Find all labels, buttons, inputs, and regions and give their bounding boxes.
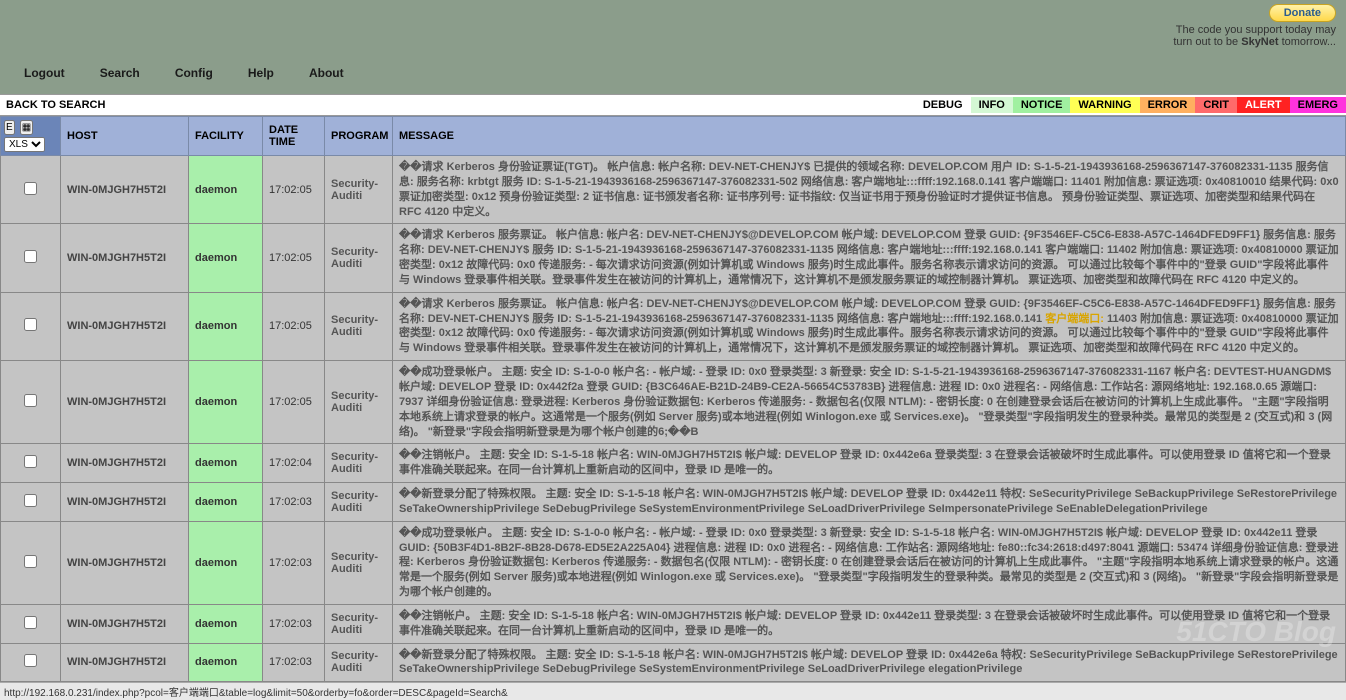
row-checkbox[interactable] <box>24 394 37 407</box>
cell-program: Security-Auditi <box>325 292 393 360</box>
cell-message: ��成功登录帐户。 主题: 安全 ID: S-1-0-0 帐户名: - 帐户域:… <box>393 361 1346 444</box>
cell-host: WIN-0MJGH7H5T2I <box>61 483 189 522</box>
menu-about[interactable]: About <box>309 66 344 80</box>
row-checkbox[interactable] <box>24 182 37 195</box>
cell-host: WIN-0MJGH7H5T2I <box>61 361 189 444</box>
export-select[interactable]: XLS <box>4 137 45 152</box>
table-row: WIN-0MJGH7H5T2Idaemon17:02:04Security-Au… <box>1 444 1346 483</box>
row-checkbox[interactable] <box>24 250 37 263</box>
cell-message: ��新登录分配了特殊权限。 主题: 安全 ID: S-1-5-18 帐户名: W… <box>393 643 1346 682</box>
cell-message: ��新登录分配了特殊权限。 主题: 安全 ID: S-1-5-18 帐户名: W… <box>393 483 1346 522</box>
cell-message: ��请求 Kerberos 服务票证。 帐户信息: 帐户名: DEV-NET-C… <box>393 292 1346 360</box>
cell-host: WIN-0MJGH7H5T2I <box>61 156 189 224</box>
cell-time: 17:02:05 <box>263 156 325 224</box>
table-row: WIN-0MJGH7H5T2Idaemon17:02:05Security-Au… <box>1 292 1346 360</box>
menu-search[interactable]: Search <box>100 66 140 80</box>
cell-host: WIN-0MJGH7H5T2I <box>61 292 189 360</box>
row-checkbox[interactable] <box>24 555 37 568</box>
cell-time: 17:02:03 <box>263 604 325 643</box>
table-row: WIN-0MJGH7H5T2Idaemon17:02:05Security-Au… <box>1 156 1346 224</box>
sev-alert[interactable]: ALERT <box>1237 97 1290 113</box>
th-program[interactable]: PROGRAM <box>325 117 393 156</box>
expand-button[interactable]: E <box>4 120 15 135</box>
controls-cell: E ▦ XLS <box>1 117 61 156</box>
table-row: WIN-0MJGH7H5T2Idaemon17:02:05Security-Au… <box>1 361 1346 444</box>
row-checkbox[interactable] <box>24 654 37 667</box>
table-row: WIN-0MJGH7H5T2Idaemon17:02:05Security-Au… <box>1 224 1346 292</box>
cell-message: ��注销帐户。 主题: 安全 ID: S-1-5-18 帐户名: WIN-0MJ… <box>393 604 1346 643</box>
cell-time: 17:02:05 <box>263 361 325 444</box>
menu-help[interactable]: Help <box>248 66 274 80</box>
cell-time: 17:02:04 <box>263 444 325 483</box>
cell-facility: daemon <box>189 643 263 682</box>
cell-facility: daemon <box>189 444 263 483</box>
cell-facility: daemon <box>189 521 263 604</box>
cell-program: Security-Auditi <box>325 361 393 444</box>
status-bar: http://192.168.0.231/index.php?pcol=客户端端… <box>0 682 1346 700</box>
cell-program: Security-Auditi <box>325 444 393 483</box>
cell-facility: daemon <box>189 604 263 643</box>
donate-button[interactable]: Donate <box>1269 4 1336 22</box>
cell-program: Security-Auditi <box>325 643 393 682</box>
cell-message: ��注销帐户。 主题: 安全 ID: S-1-5-18 帐户名: WIN-0MJ… <box>393 444 1346 483</box>
cell-time: 17:02:05 <box>263 224 325 292</box>
sev-error[interactable]: ERROR <box>1140 97 1196 113</box>
top-menu: Logout Search Config Help About <box>0 58 1346 94</box>
menu-config[interactable]: Config <box>175 66 213 80</box>
cell-program: Security-Auditi <box>325 604 393 643</box>
th-datetime[interactable]: DATE TIME <box>263 117 325 156</box>
row-checkbox[interactable] <box>24 455 37 468</box>
sev-warning[interactable]: WARNING <box>1070 97 1139 113</box>
back-to-search-link[interactable]: BACK TO SEARCH <box>0 99 105 111</box>
row-checkbox[interactable] <box>24 318 37 331</box>
cell-host: WIN-0MJGH7H5T2I <box>61 521 189 604</box>
cell-message: ��请求 Kerberos 服务票证。 帐户信息: 帐户名: DEV-NET-C… <box>393 224 1346 292</box>
row-checkbox[interactable] <box>24 616 37 629</box>
cell-host: WIN-0MJGH7H5T2I <box>61 224 189 292</box>
cell-host: WIN-0MJGH7H5T2I <box>61 643 189 682</box>
cell-program: Security-Auditi <box>325 224 393 292</box>
log-table: E ▦ XLS HOST FACILITY DATE TIME PROGRAM … <box>0 116 1346 682</box>
tagline: The code you support today may turn out … <box>0 22 1346 58</box>
cell-host: WIN-0MJGH7H5T2I <box>61 604 189 643</box>
table-row: WIN-0MJGH7H5T2Idaemon17:02:03Security-Au… <box>1 521 1346 604</box>
sev-crit[interactable]: CRIT <box>1195 97 1237 113</box>
cell-program: Security-Auditi <box>325 521 393 604</box>
cell-time: 17:02:03 <box>263 643 325 682</box>
row-checkbox[interactable] <box>24 494 37 507</box>
sev-emerg[interactable]: EMERG <box>1290 97 1346 113</box>
table-row: WIN-0MJGH7H5T2Idaemon17:02:03Security-Au… <box>1 483 1346 522</box>
cell-host: WIN-0MJGH7H5T2I <box>61 444 189 483</box>
column-toggle-button[interactable]: ▦ <box>20 120 33 135</box>
cell-facility: daemon <box>189 292 263 360</box>
th-facility[interactable]: FACILITY <box>189 117 263 156</box>
cell-facility: daemon <box>189 483 263 522</box>
sev-notice[interactable]: NOTICE <box>1013 97 1071 113</box>
th-message[interactable]: MESSAGE <box>393 117 1346 156</box>
cell-program: Security-Auditi <box>325 483 393 522</box>
cell-time: 17:02:03 <box>263 483 325 522</box>
sev-info[interactable]: INFO <box>971 97 1013 113</box>
cell-facility: daemon <box>189 361 263 444</box>
cell-message: ��成功登录帐户。 主题: 安全 ID: S-1-0-0 帐户名: - 帐户域:… <box>393 521 1346 604</box>
cell-message: ��请求 Kerberos 身份验证票证(TGT)。 帐户信息: 帐户名称: D… <box>393 156 1346 224</box>
table-row: WIN-0MJGH7H5T2Idaemon17:02:03Security-Au… <box>1 643 1346 682</box>
table-row: WIN-0MJGH7H5T2Idaemon17:02:03Security-Au… <box>1 604 1346 643</box>
sev-debug[interactable]: DEBUG <box>915 97 971 113</box>
cell-time: 17:02:03 <box>263 521 325 604</box>
menu-logout[interactable]: Logout <box>24 66 65 80</box>
cell-facility: daemon <box>189 224 263 292</box>
th-host[interactable]: HOST <box>61 117 189 156</box>
severity-legend: DEBUG INFO NOTICE WARNING ERROR CRIT ALE… <box>915 97 1346 113</box>
cell-time: 17:02:05 <box>263 292 325 360</box>
cell-program: Security-Auditi <box>325 156 393 224</box>
cell-facility: daemon <box>189 156 263 224</box>
